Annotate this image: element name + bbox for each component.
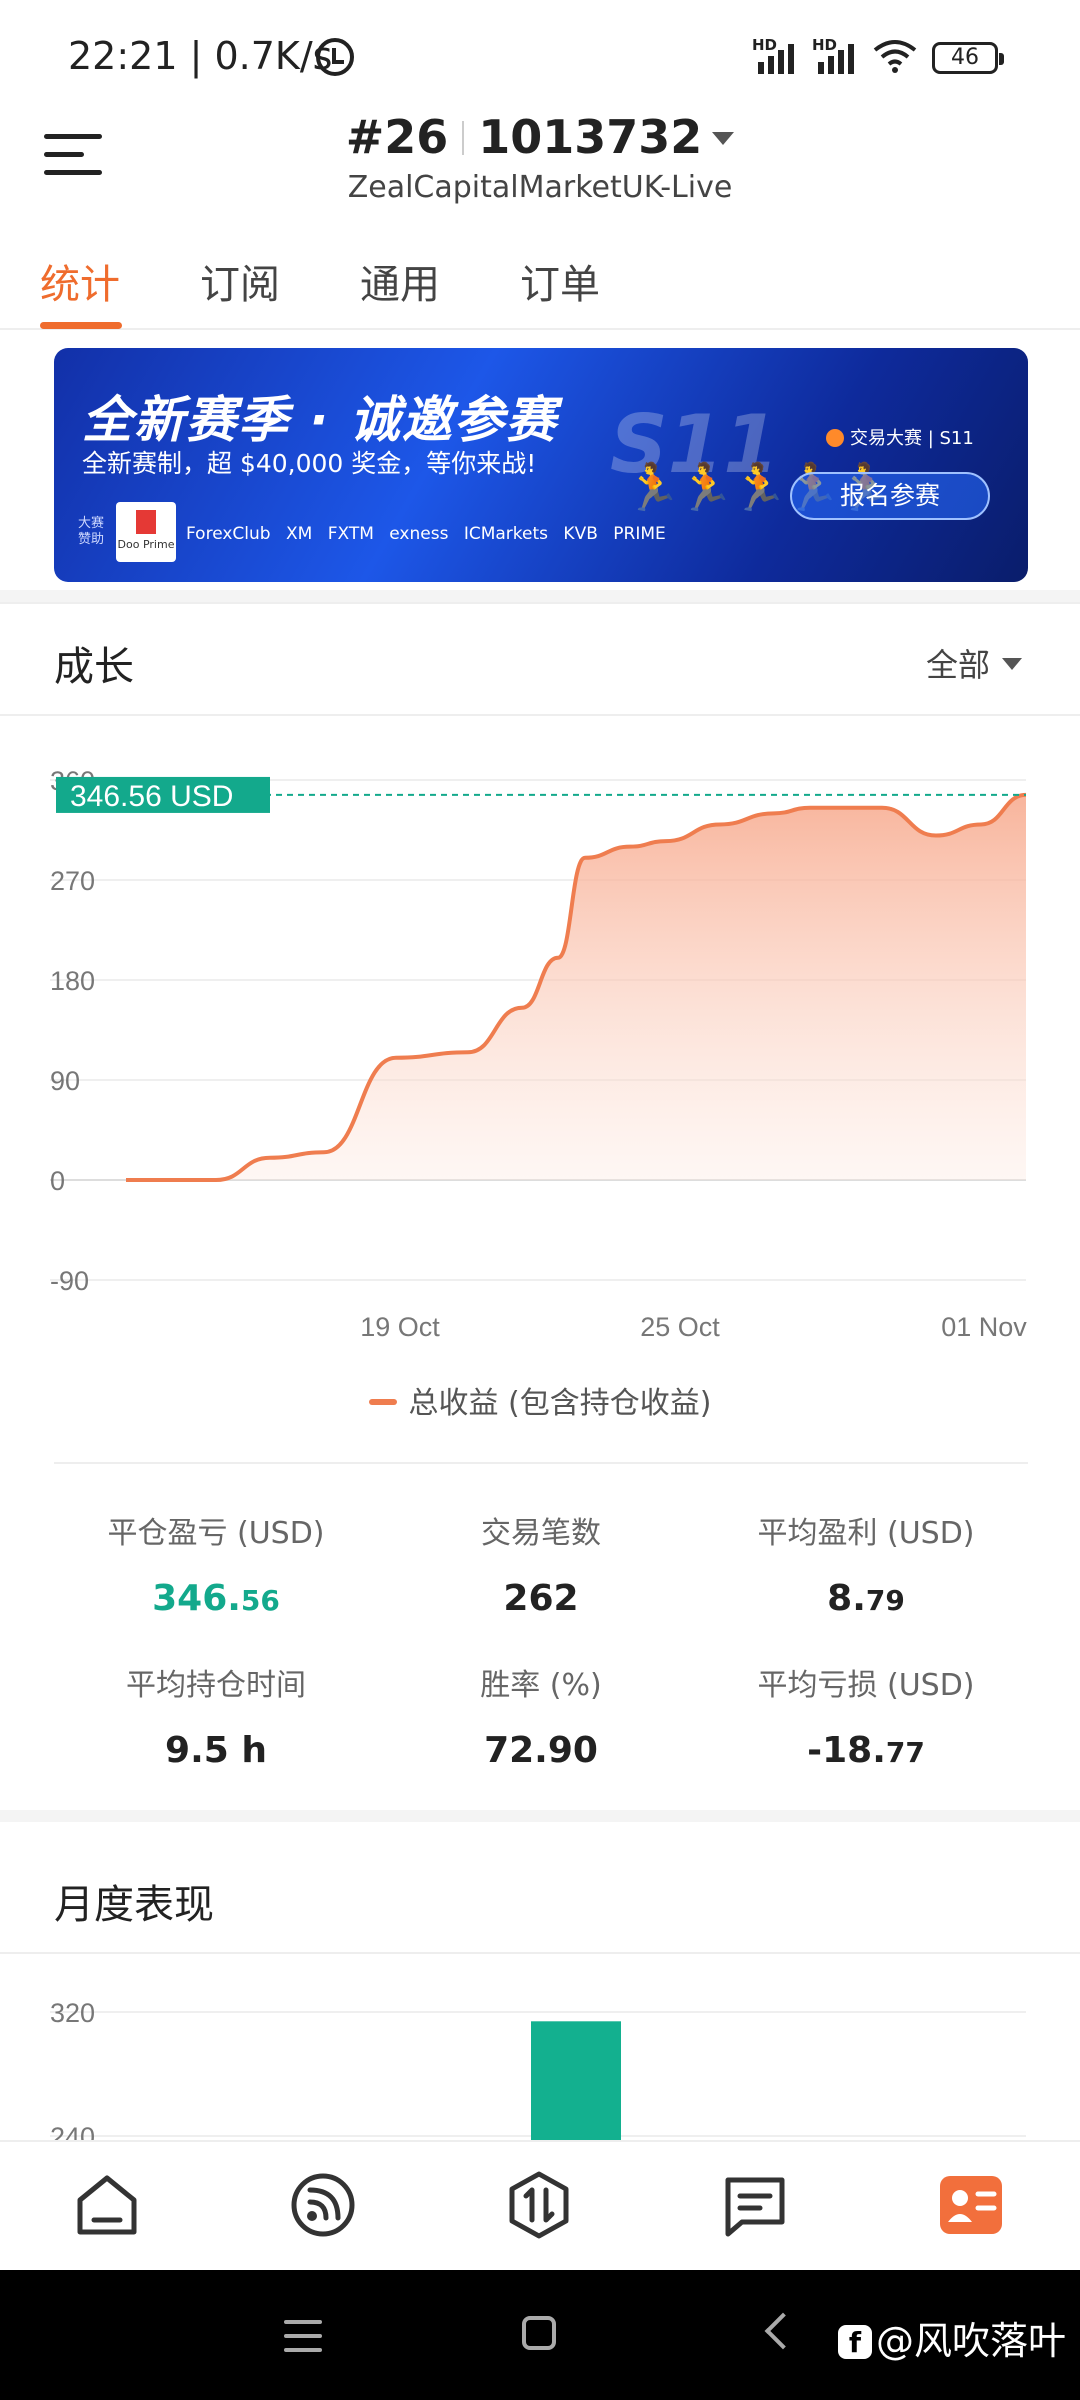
stats-grid: 平仓盈亏 (USD) 346.56 交易笔数 262 平均盈利 (USD) 8.…: [54, 1462, 1028, 1802]
monthly-chart: 320 240: [50, 1998, 1026, 2140]
growth-area: [126, 794, 1026, 1180]
monthly-bar: [531, 2021, 621, 2140]
banner-subtitle: 全新赛制，超 $40,000 奖金，等你来战!: [82, 449, 537, 478]
app-header: #26 1013732 ZealCapitalMarketUK-Live: [0, 110, 1080, 220]
y-tick-label: 240: [50, 2122, 95, 2140]
growth-chart: 360270180900-90 346.56 USD 19 Oct25 Oct0…: [50, 766, 1027, 1342]
stat-label: 平均持仓时间: [126, 1668, 306, 1703]
y-tick-label: 0: [50, 1166, 65, 1196]
section-divider: [0, 590, 1080, 602]
sponsor-logo: Doo Prime: [116, 502, 176, 562]
account-number: #26: [345, 110, 449, 164]
stat-value: 9.5 h: [165, 1730, 267, 1771]
status-time: 22:21 | 0.7K/s: [68, 34, 333, 78]
legend-swatch: [368, 1399, 397, 1405]
signal-icon[interactable]: [288, 2170, 358, 2240]
brand-logo-icon: [826, 429, 844, 447]
stat-value: 72.90: [484, 1730, 598, 1771]
watermark: f @风吹落叶: [838, 2310, 1066, 2365]
banner-headline: 全新赛季 · 诚邀参赛: [82, 391, 558, 449]
wifi-icon: [873, 40, 917, 73]
monthly-title: 月度表现: [54, 1882, 214, 1928]
system-home-icon[interactable]: [522, 2316, 556, 2350]
current-value-label: 346.56 USD: [70, 780, 233, 813]
tab-indicator: [40, 322, 122, 329]
stat-value: 8.79: [827, 1578, 905, 1619]
chart-legend[interactable]: 总收益 (包含持仓收益): [0, 1378, 1080, 1422]
stat-value: 346.56: [152, 1578, 280, 1619]
trade-icon[interactable]: [504, 2170, 574, 2240]
battery-icon: 46: [932, 42, 1004, 74]
bottom-nav: [0, 2140, 1080, 2270]
stat-closed-pnl: 平仓盈亏 (USD) 346.56: [54, 1508, 378, 1619]
stat-value: 262: [503, 1578, 579, 1619]
legend-label: 总收益 (包含持仓收益): [408, 1386, 712, 1421]
stat-label: 平仓盈亏 (USD): [107, 1516, 325, 1551]
signal-strength-icon-2: HD: [812, 36, 862, 74]
status-bar: 22:21 | 0.7K/s HD HD 46: [0, 0, 1080, 110]
x-tick-label: 01 Nov: [941, 1312, 1027, 1342]
home-icon[interactable]: [72, 2170, 142, 2240]
stat-avg-hold-time: 平均持仓时间 9.5 h: [54, 1660, 378, 1771]
sponsor-list: ForexClub XM FXTM exness ICMarkets KVB P…: [186, 524, 666, 544]
y-tick-label: 320: [50, 1998, 95, 2028]
profile-icon[interactable]: [936, 2170, 1006, 2240]
join-contest-button[interactable]: 报名参赛: [790, 472, 990, 520]
facebook-icon: f: [838, 2325, 872, 2359]
back-icon[interactable]: [764, 2312, 802, 2350]
stat-trade-count: 交易笔数 262: [379, 1508, 703, 1619]
server-name: ZealCapitalMarketUK-Live: [347, 170, 733, 205]
stat-avg-loss: 平均亏损 (USD) -18.77: [704, 1660, 1028, 1771]
range-selector[interactable]: 全部: [926, 640, 1022, 686]
message-icon[interactable]: [720, 2170, 790, 2240]
growth-header: 成长 全部: [0, 602, 1080, 716]
y-tick-label: 180: [50, 966, 95, 996]
y-tick-label: -90: [50, 1266, 89, 1296]
banner-brand: 交易大赛 | S11: [826, 424, 974, 450]
signal-strength-icon: HD: [752, 36, 802, 74]
stat-label: 平均亏损 (USD): [757, 1668, 975, 1703]
stat-label: 平均盈利 (USD): [757, 1516, 975, 1551]
stat-value: -18.77: [807, 1730, 925, 1771]
x-tick-label: 19 Oct: [360, 1312, 440, 1342]
tab-general[interactable]: 通用: [360, 252, 440, 310]
alarm-icon: [316, 38, 354, 76]
y-tick-label: 270: [50, 866, 95, 896]
account-id: 1013732: [478, 110, 703, 164]
tab-bar: 统计 订阅 通用 订单: [0, 240, 1080, 330]
system-nav-bar: f @风吹落叶: [0, 2270, 1080, 2400]
monthly-header: 月度表现: [0, 1826, 1080, 1954]
stat-avg-profit: 平均盈利 (USD) 8.79: [704, 1508, 1028, 1619]
account-selector[interactable]: #26 1013732: [0, 110, 1080, 164]
promo-banner[interactable]: 全新赛季 · 诚邀参赛 全新赛制，超 $40,000 奖金，等你来战! S11 …: [54, 348, 1028, 582]
growth-title: 成长: [54, 644, 134, 690]
sponsor-label: 大赛赞助: [78, 516, 105, 547]
tab-statistics[interactable]: 统计: [40, 252, 120, 310]
x-tick-label: 25 Oct: [640, 1312, 720, 1342]
tab-orders[interactable]: 订单: [520, 252, 600, 310]
recents-icon[interactable]: [284, 2320, 322, 2354]
stat-label: 胜率 (%): [480, 1668, 602, 1703]
y-tick-label: 90: [50, 1066, 80, 1096]
stat-label: 交易笔数: [481, 1516, 601, 1551]
chevron-down-icon: [1002, 658, 1022, 670]
stat-win-rate: 胜率 (%) 72.90: [379, 1660, 703, 1771]
tab-subscribe[interactable]: 订阅: [200, 252, 280, 310]
section-divider: [0, 1810, 1080, 1822]
chevron-down-icon: [712, 132, 735, 145]
